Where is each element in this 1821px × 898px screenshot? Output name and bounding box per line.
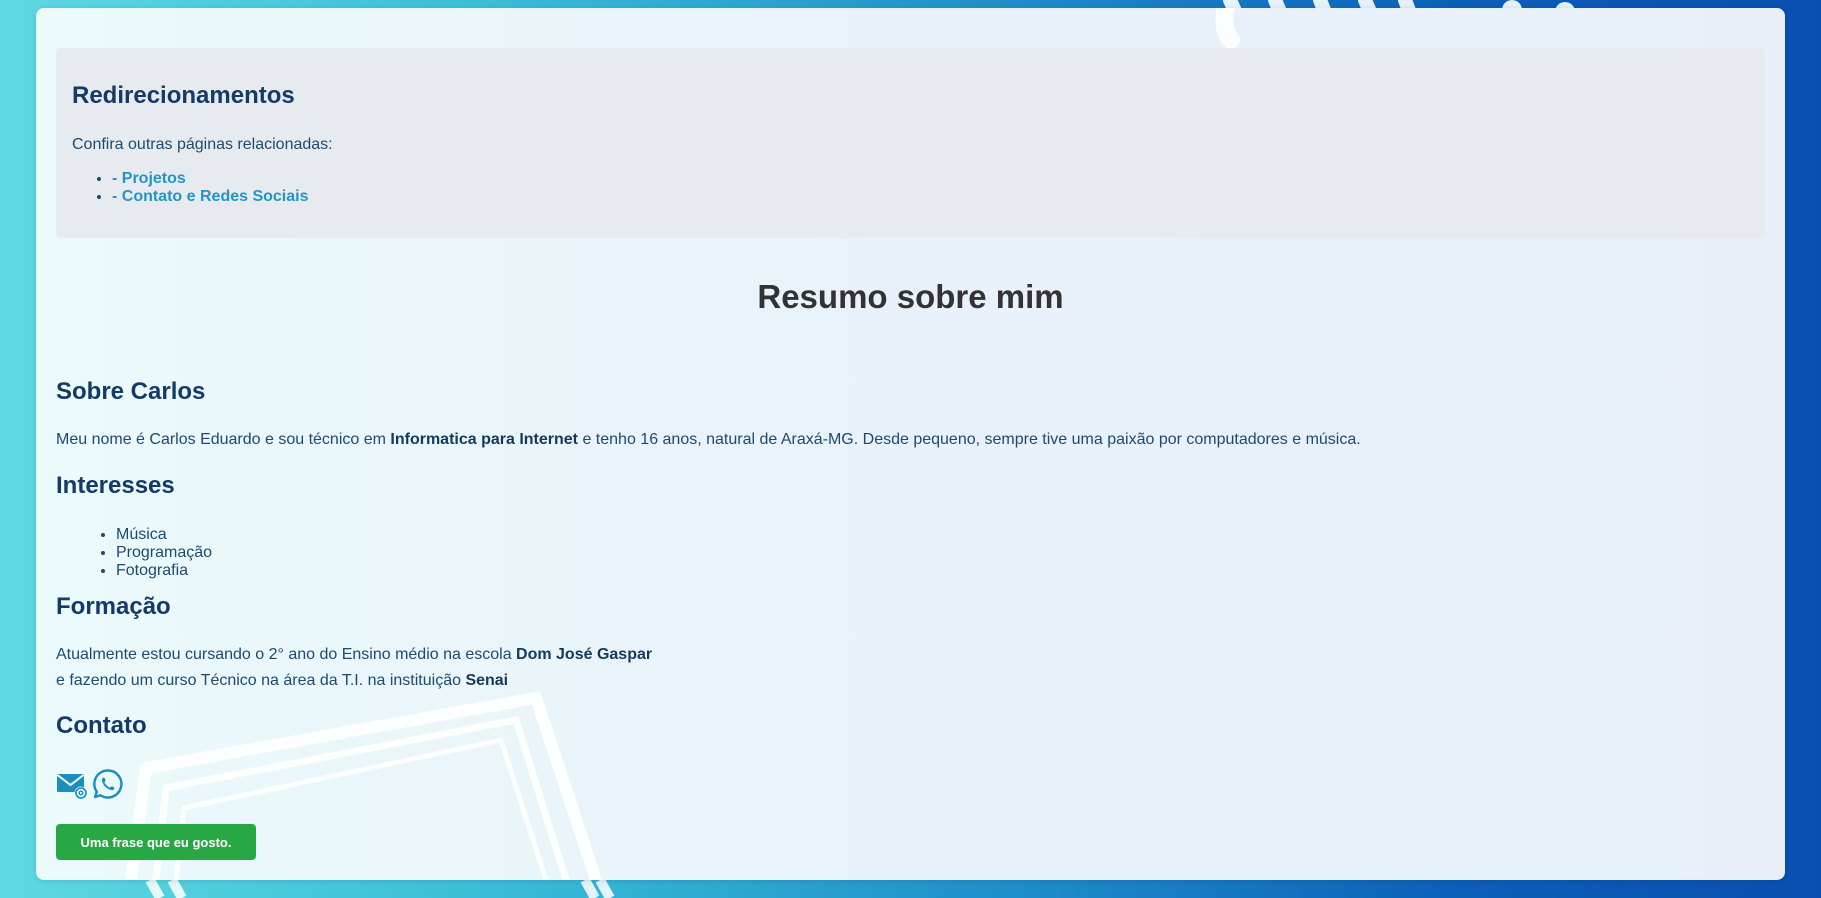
interest-item: Música [116,526,212,544]
redirect-item: - Projetos [112,170,309,188]
education-line-2: e fazendo um curso Técnico na área da T.… [56,672,508,690]
redirect-intro: Confira outras páginas relacionadas: [72,136,333,153]
education-institution: Senai [465,672,509,689]
contact-icons [56,768,124,800]
link-projetos[interactable]: - Projetos [112,170,186,187]
email-icon[interactable] [56,768,88,800]
education-line-2-text: e fazendo um curso Técnico na área da T.… [56,672,466,689]
redirect-item: - Contato e Redes Sociais [112,188,309,206]
interests-heading: Interesses [56,472,175,499]
redirect-panel: Redirecionamentos Confira outras páginas… [56,48,1765,238]
about-text-start: Meu nome é Carlos Eduardo e sou técnico … [56,431,391,448]
about-text: Meu nome é Carlos Eduardo e sou técnico … [56,431,1361,449]
interests-list: Música Programação Fotografia [96,526,212,580]
about-text-end: e tenho 16 anos, natural de Araxá-MG. De… [578,431,1361,448]
redirect-list: - Projetos - Contato e Redes Sociais [96,170,309,206]
about-heading: Sobre Carlos [56,378,206,405]
content-card: Redirecionamentos Confira outras páginas… [36,8,1785,880]
interest-item: Programação [116,544,212,562]
link-contato-redes-sociais[interactable]: - Contato e Redes Sociais [112,188,309,205]
whatsapp-icon[interactable] [92,768,124,800]
education-heading: Formação [56,593,171,620]
contact-heading: Contato [56,712,147,739]
page-title: Resumo sobre mim [757,278,1064,315]
about-text-highlight: Informatica para Internet [390,431,579,448]
education-line-1: Atualmente estou cursando o 2° ano do En… [56,646,652,664]
interest-item: Fotografia [116,562,212,580]
education-line-1-text: Atualmente estou cursando o 2° ano do En… [56,646,517,663]
quote-button[interactable]: Uma frase que eu gosto. [56,824,256,860]
education-school: Dom José Gaspar [516,646,653,663]
redirect-title: Redirecionamentos [72,82,295,109]
